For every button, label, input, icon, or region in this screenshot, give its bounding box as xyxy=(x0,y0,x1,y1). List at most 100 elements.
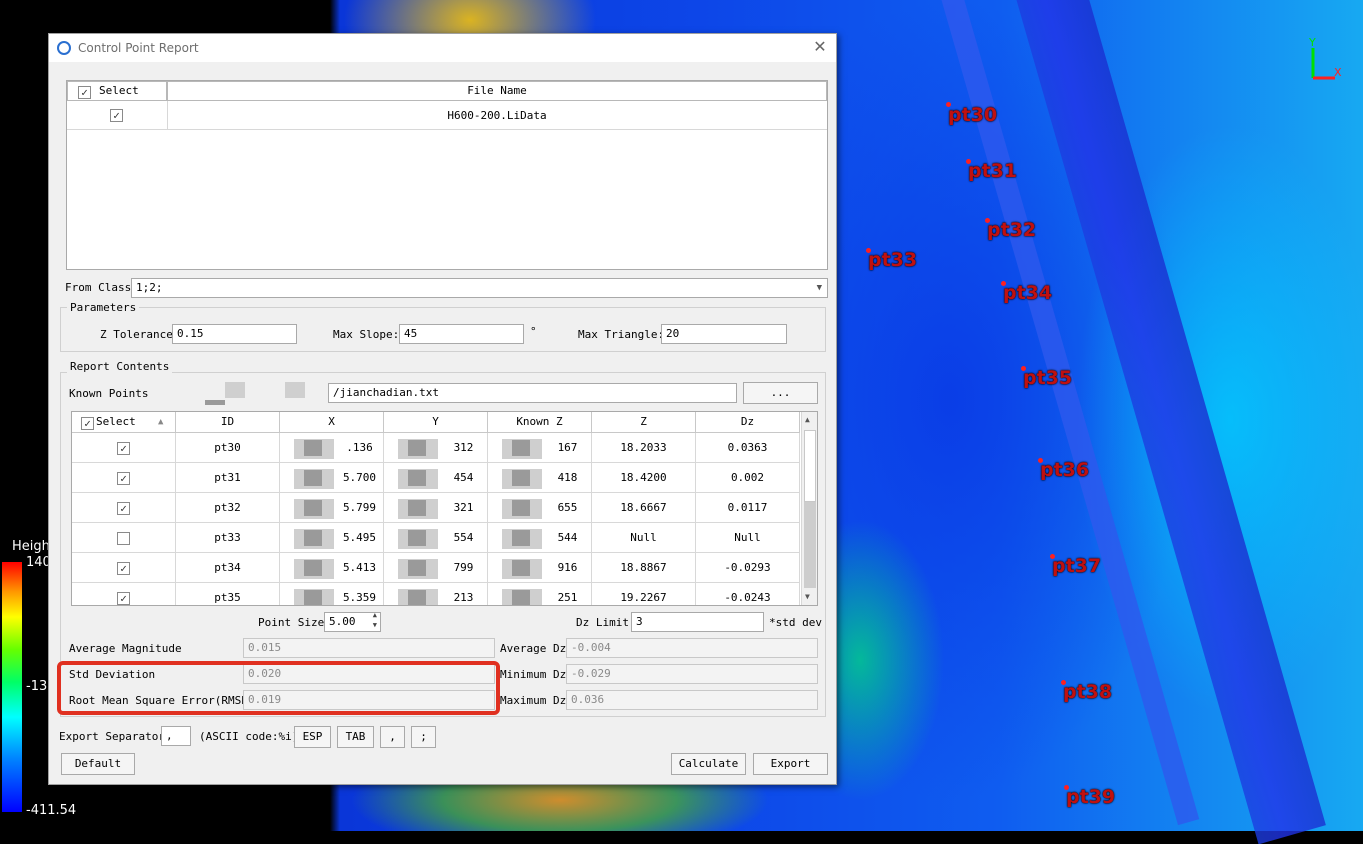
id-cell: pt30 xyxy=(176,433,280,463)
max-slope-input[interactable]: 45 xyxy=(399,324,524,344)
select-cell[interactable]: ✓ xyxy=(72,433,176,463)
table-row[interactable]: ✓ H600-200.LiData xyxy=(67,101,827,130)
redacted-block xyxy=(512,560,530,576)
y-cell: 454 xyxy=(384,463,488,493)
file-table: ✓ Select File Name ✓ H600-200.LiData xyxy=(66,80,828,270)
dz-cell-value: 0.0363 xyxy=(727,441,768,454)
separator-comma-button[interactable]: , xyxy=(380,726,405,748)
separator-semicolon-button[interactable]: ; xyxy=(411,726,436,748)
grid-header-known-z[interactable]: Known Z xyxy=(488,412,592,433)
chevron-down-icon: ▼ xyxy=(816,283,822,293)
file-name-header[interactable]: File Name xyxy=(167,81,827,101)
grid-header-id[interactable]: ID xyxy=(176,412,280,433)
scrollbar-thumb[interactable] xyxy=(804,502,816,588)
table-row[interactable]: ✓ pt30 .136 312 167 18.2033 0.0363 xyxy=(72,433,800,463)
vertical-scrollbar[interactable]: ▲ ▼ xyxy=(801,412,817,605)
title-bar[interactable]: Control Point Report ✕ xyxy=(49,34,836,62)
point-row-checkbox[interactable]: ✓ xyxy=(117,502,130,515)
file-table-select-header[interactable]: ✓ Select xyxy=(67,81,167,101)
table-row[interactable]: ✓ pt34 5.413 799 916 18.8867 -0.0293 xyxy=(72,553,800,583)
dz-cell-value: Null xyxy=(734,531,761,544)
redacted-block xyxy=(408,440,426,456)
table-row[interactable]: pt33 5.495 554 544 Null Null xyxy=(72,523,800,553)
minimum-dz-value: -0.029 xyxy=(566,664,818,684)
grid-header-select[interactable]: ✓ Select ▲ xyxy=(72,412,176,433)
export-button[interactable]: Export xyxy=(753,753,828,775)
select-cell[interactable]: ✓ xyxy=(72,463,176,493)
close-button[interactable]: ✕ xyxy=(812,38,828,56)
maximum-dz-value: 0.036 xyxy=(566,690,818,710)
point-size-spinner[interactable]: 5.00 ▲ ▼ xyxy=(324,610,381,632)
redacted-block xyxy=(205,400,225,405)
average-magnitude-value: 0.015 xyxy=(243,638,495,658)
control-point-label: pt35 xyxy=(1023,367,1073,389)
y-cell-value: 321 xyxy=(453,501,474,514)
select-cell[interactable]: ✓ xyxy=(72,493,176,523)
grid-header-z[interactable]: Z xyxy=(592,412,696,433)
separator-tab-button[interactable]: TAB xyxy=(337,726,374,748)
dz-limit-input[interactable]: 3 xyxy=(631,612,764,632)
browse-button[interactable]: ... xyxy=(743,382,818,404)
point-row-checkbox[interactable]: ✓ xyxy=(117,562,130,575)
redacted-block xyxy=(512,440,530,456)
axis-y-label: Y xyxy=(1308,36,1316,49)
grid-header-x[interactable]: X xyxy=(280,412,384,433)
known-z-cell-value: 655 xyxy=(557,501,578,514)
id-cell: pt35 xyxy=(176,583,280,605)
grid-header-dz[interactable]: Dz xyxy=(696,412,800,433)
select-all-files-checkbox[interactable]: ✓ xyxy=(78,86,91,99)
known-z-cell-value: 544 xyxy=(557,531,578,544)
select-cell[interactable] xyxy=(72,523,176,553)
dz-cell: 0.002 xyxy=(696,463,800,493)
known-z-cell: 251 xyxy=(488,583,592,605)
control-point-label: pt34 xyxy=(1003,282,1053,304)
z-cell-value: 18.4200 xyxy=(620,471,667,484)
separator-esp-button[interactable]: ESP xyxy=(294,726,331,748)
export-separator-input[interactable]: , xyxy=(161,726,191,746)
select-header-label: Select xyxy=(99,84,139,97)
y-cell-value: 799 xyxy=(453,561,474,574)
known-z-cell: 418 xyxy=(488,463,592,493)
scroll-down-icon[interactable]: ▼ xyxy=(805,592,810,601)
redacted-block xyxy=(304,560,322,576)
table-row[interactable]: ✓ pt31 5.700 454 418 18.4200 0.002 xyxy=(72,463,800,493)
ascii-code-label: (ASCII code:%i) xyxy=(199,730,299,743)
height-legend-bar xyxy=(2,562,22,812)
table-row[interactable]: ✓ pt32 5.799 321 655 18.6667 0.0117 xyxy=(72,493,800,523)
point-row-checkbox[interactable]: ✓ xyxy=(117,442,130,455)
id-cell: pt31 xyxy=(176,463,280,493)
select-cell[interactable]: ✓ xyxy=(72,553,176,583)
select-cell[interactable]: ✓ xyxy=(72,583,176,605)
redacted-block xyxy=(304,530,322,546)
x-cell: 5.495 xyxy=(280,523,384,553)
x-cell: .136 xyxy=(280,433,384,463)
scroll-up-icon[interactable]: ▲ xyxy=(805,415,810,424)
from-class-value: 1;2; xyxy=(136,281,163,294)
from-class-dropdown[interactable]: 1;2; ▼ xyxy=(131,278,828,298)
max-triangle-label: Max Triangle: xyxy=(578,328,665,341)
known-z-cell: 655 xyxy=(488,493,592,523)
known-points-path-input[interactable]: /jianchadian.txt xyxy=(328,383,737,403)
y-cell: 321 xyxy=(384,493,488,523)
spinner-arrows-icon[interactable]: ▲ ▼ xyxy=(373,610,377,630)
file-row-checkbox[interactable]: ✓ xyxy=(110,109,123,122)
annotation-highlight-box xyxy=(57,661,500,715)
max-triangle-input[interactable]: 20 xyxy=(661,324,787,344)
file-name-cell: H600-200.LiData xyxy=(447,109,547,122)
z-cell-value: 18.6667 xyxy=(620,501,667,514)
dz-cell: -0.0243 xyxy=(696,583,800,605)
redacted-block xyxy=(512,530,530,546)
point-row-checkbox[interactable] xyxy=(117,532,130,545)
y-cell: 312 xyxy=(384,433,488,463)
calculate-button[interactable]: Calculate xyxy=(671,753,746,775)
default-button[interactable]: Default xyxy=(61,753,135,775)
x-cell-value: 5.413 xyxy=(342,561,377,574)
grid-header-y[interactable]: Y xyxy=(384,412,488,433)
select-all-points-checkbox[interactable]: ✓ xyxy=(81,417,94,430)
point-row-checkbox[interactable]: ✓ xyxy=(117,592,130,605)
known-z-cell-value: 251 xyxy=(557,591,578,604)
table-row[interactable]: ✓ pt35 5.359 213 251 19.2267 -0.0243 xyxy=(72,583,800,605)
z-cell: 19.2267 xyxy=(592,583,696,605)
z-tolerance-input[interactable]: 0.15 xyxy=(172,324,297,344)
point-row-checkbox[interactable]: ✓ xyxy=(117,472,130,485)
